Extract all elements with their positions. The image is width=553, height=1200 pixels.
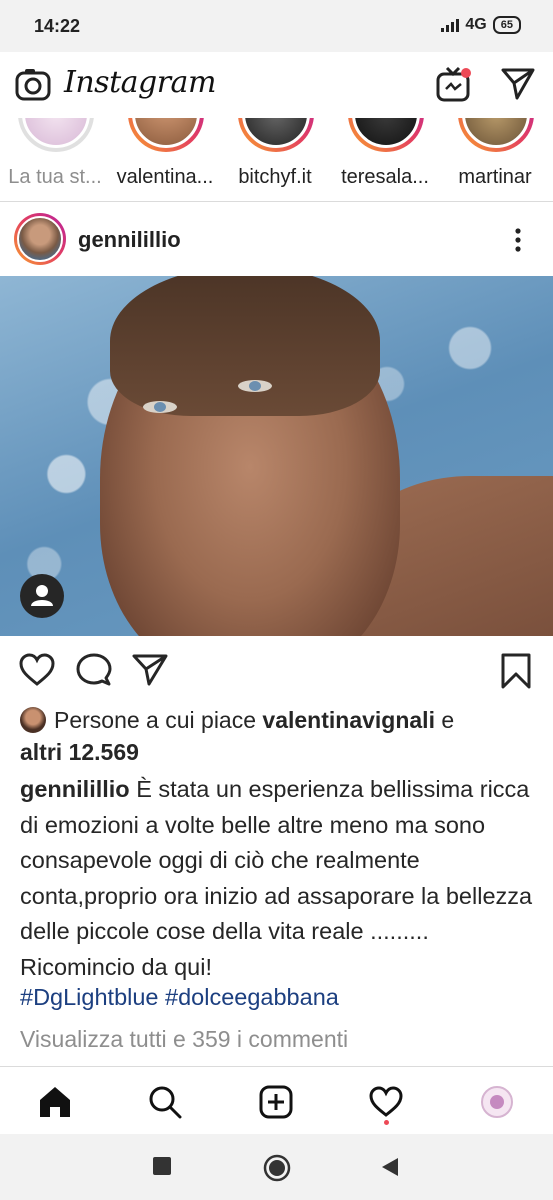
story-label: teresala...	[341, 166, 429, 188]
camera-icon[interactable]	[14, 66, 52, 109]
status-bar: 14:22 4G 65	[0, 0, 553, 52]
add-post-icon[interactable]	[259, 1085, 293, 1124]
post-image[interactable]	[0, 276, 553, 636]
story-avatar	[22, 118, 90, 148]
story-label: bitchyf.it	[238, 166, 312, 188]
battery-level: 65	[500, 19, 513, 31]
recents-icon[interactable]	[152, 1156, 172, 1181]
story-ring	[238, 118, 314, 152]
post-actions	[0, 636, 553, 702]
app-header: Instagram	[0, 52, 553, 118]
more-options-icon[interactable]	[508, 227, 528, 258]
story-label: valentina...	[116, 166, 214, 188]
story-avatar	[132, 118, 200, 148]
likes-others[interactable]: altri 12.569	[20, 739, 139, 765]
story-ring	[458, 118, 534, 152]
post-avatar-ring[interactable]	[14, 213, 66, 265]
story-avatar	[242, 118, 310, 148]
photo-eye	[238, 380, 272, 392]
status-icons: 4G 65	[441, 16, 521, 34]
story-ring	[348, 118, 424, 152]
igtv-icon[interactable]	[435, 65, 475, 110]
post-avatar	[17, 216, 63, 262]
activity-notification-dot	[384, 1120, 389, 1125]
post-header: gennilillio	[0, 203, 553, 275]
user-tag-icon[interactable]	[20, 574, 64, 618]
caption-text: È stata un esperienza bellissima ricca d…	[20, 776, 533, 980]
post-caption: gennilillio È stata un esperienza bellis…	[20, 772, 540, 985]
likes-prefix: Persone a cui piace	[54, 707, 257, 733]
story-ring	[128, 118, 204, 152]
home-circle-icon[interactable]	[263, 1154, 291, 1187]
stories-tray: La tua st... valentina... bitchyf.it ter…	[0, 118, 553, 200]
story-avatar	[462, 118, 530, 148]
heart-icon[interactable]	[19, 653, 55, 692]
home-icon[interactable]	[38, 1085, 72, 1124]
story-ring	[18, 118, 94, 152]
bottom-tab-bar	[0, 1066, 553, 1135]
caption-author[interactable]: gennilillio	[20, 776, 130, 802]
stories-divider	[0, 201, 553, 202]
photo-hair	[110, 276, 380, 416]
story-avatar	[352, 118, 420, 148]
activity-icon[interactable]	[369, 1085, 403, 1124]
photo-eye	[143, 401, 177, 413]
status-time: 14:22	[34, 16, 81, 36]
story-label: martinar	[458, 166, 532, 188]
bookmark-icon[interactable]	[500, 653, 532, 694]
signal-icon	[441, 18, 460, 32]
profile-icon[interactable]	[480, 1085, 514, 1124]
search-icon[interactable]	[148, 1085, 182, 1124]
likes-conj: e	[441, 707, 455, 733]
liker-username[interactable]: valentinavignali	[262, 707, 435, 733]
view-comments-link[interactable]: Visualizza tutti e 359 i commenti	[20, 1026, 348, 1053]
comment-icon[interactable]	[76, 653, 112, 692]
app-logo: Instagram	[64, 65, 216, 100]
direct-message-icon[interactable]	[500, 66, 536, 107]
network-type: 4G	[465, 16, 487, 33]
post-username[interactable]: gennilillio	[78, 227, 181, 253]
system-nav-bar	[0, 1134, 553, 1200]
story-label: La tua st...	[8, 166, 102, 188]
likes-summary[interactable]: Persone a cui piace valentinavignali e a…	[20, 704, 540, 768]
share-icon[interactable]	[132, 653, 168, 692]
liker-avatar	[20, 707, 46, 733]
post-hashtags[interactable]: #DgLightblue #dolceegabbana	[20, 984, 339, 1011]
back-icon[interactable]	[380, 1156, 400, 1183]
battery-icon: 65	[492, 16, 521, 34]
